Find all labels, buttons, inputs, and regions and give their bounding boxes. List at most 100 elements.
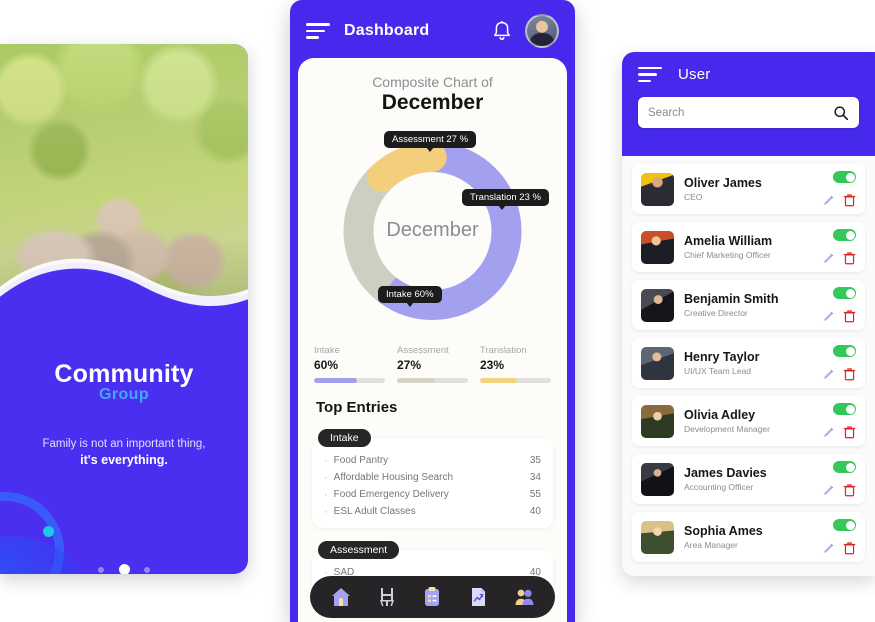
entry-group-intake: Intake · Food Pantry 35 · Affordable Hou… [312, 428, 553, 528]
pencil-icon[interactable] [822, 368, 835, 381]
list-item[interactable]: · Food Pantry 35 [324, 452, 541, 469]
entry-value: 40 [529, 506, 541, 517]
search-input[interactable] [648, 106, 833, 119]
chair-icon[interactable] [375, 585, 399, 609]
stat-translation: Translation 23% [480, 345, 551, 383]
avatar [641, 230, 674, 264]
status-toggle[interactable] [833, 461, 856, 473]
stat-value: 23% [480, 358, 505, 372]
dashboard-header: Dashboard [290, 0, 575, 62]
pencil-icon[interactable] [822, 310, 835, 323]
user-name: Henry Taylor [684, 349, 760, 364]
trash-icon[interactable] [843, 425, 856, 439]
stat-bar [397, 378, 468, 383]
trash-icon[interactable] [843, 367, 856, 381]
stat-bar-fill [397, 378, 436, 383]
status-toggle[interactable] [833, 519, 856, 531]
status-toggle[interactable] [833, 345, 856, 357]
trash-icon[interactable] [843, 251, 856, 265]
user-name: James Davies [684, 465, 767, 480]
table-row[interactable]: Amelia William Chief Marketing Officer [632, 222, 865, 272]
user-role: Development Manager [684, 424, 770, 435]
entry-name: Food Emergency Delivery [333, 489, 449, 500]
status-toggle[interactable] [833, 287, 856, 299]
stat-label: Assessment [397, 345, 449, 356]
table-row[interactable]: Olivia Adley Development Manager [632, 396, 865, 446]
user-panel-header: User [622, 52, 875, 156]
avatar [641, 288, 674, 322]
stats-row: Intake 60% Assessment 27% Translation 23… [298, 341, 567, 383]
bullet-icon: · [324, 488, 328, 501]
pencil-icon[interactable] [822, 426, 835, 439]
entry-name: Food Pantry [333, 455, 389, 466]
decorative-dot [43, 526, 54, 537]
avatar [641, 462, 674, 496]
bullet-icon: · [324, 454, 328, 467]
user-name: Oliver James [684, 175, 762, 190]
stat-value: 60% [314, 358, 339, 372]
brand-block: Community Group Family is not an importa… [0, 360, 248, 467]
carousel-dot-3[interactable] [143, 566, 150, 573]
bottom-navigation [310, 576, 555, 618]
pencil-icon[interactable] [822, 484, 835, 497]
status-toggle[interactable] [833, 171, 856, 183]
donut-chart: December Assessment 27 % Translation 23 … [298, 123, 567, 341]
table-row[interactable]: Oliver James CEO [632, 164, 865, 214]
trash-icon[interactable] [843, 309, 856, 323]
user-role: Creative Director [684, 308, 748, 319]
avatar [641, 520, 674, 554]
panel-title: User [678, 66, 711, 83]
carousel-dot-1[interactable] [98, 566, 105, 573]
stat-label: Translation [480, 345, 527, 356]
user-role: CEO [684, 192, 703, 203]
user-name: Amelia William [684, 233, 773, 248]
list-item[interactable]: · Food Emergency Delivery 55 [324, 486, 541, 503]
hamburger-icon[interactable] [638, 66, 662, 83]
screenshot-root: Community Group Family is not an importa… [0, 0, 875, 622]
home-icon[interactable] [329, 585, 353, 609]
donut-center-label: December [386, 219, 479, 241]
table-row[interactable]: Benjamin Smith Creative Director [632, 280, 865, 330]
hamburger-icon[interactable] [306, 23, 330, 39]
pencil-icon[interactable] [822, 194, 835, 207]
entry-value: 55 [529, 489, 541, 500]
section-title: Top Entries [316, 399, 398, 416]
community-group-panel: Community Group Family is not an importa… [0, 44, 248, 574]
trash-icon[interactable] [843, 193, 856, 207]
report-chart-icon[interactable] [466, 585, 490, 609]
status-toggle[interactable] [833, 229, 856, 241]
table-row[interactable]: James Davies Accounting Officer [632, 454, 865, 504]
stat-intake: Intake 60% [314, 345, 385, 383]
user-role: Area Manager [684, 540, 738, 551]
brand-name: Community [54, 360, 194, 388]
avatar[interactable] [525, 14, 559, 48]
stat-assessment: Assessment 27% [397, 345, 468, 383]
pencil-icon[interactable] [822, 542, 835, 555]
search-icon[interactable] [833, 105, 849, 121]
page-title: Dashboard [344, 22, 430, 39]
table-row[interactable]: Henry Taylor UI/UX Team Lead [632, 338, 865, 388]
carousel-dot-2[interactable] [118, 564, 130, 574]
bullet-icon: · [324, 505, 328, 518]
people-icon[interactable] [512, 585, 536, 609]
stat-value: 27% [397, 358, 422, 372]
tooltip-translation: Translation 23 % [462, 189, 549, 210]
clipboard-list-icon[interactable] [420, 585, 444, 609]
trash-icon[interactable] [843, 541, 856, 555]
search-bar[interactable] [638, 97, 859, 128]
wave-divider [0, 258, 248, 360]
table-row[interactable]: Sophia Ames Area Manager [632, 512, 865, 562]
pencil-icon[interactable] [822, 252, 835, 265]
list-item[interactable]: · ESL Adult Classes 40 [324, 503, 541, 520]
stat-bar [480, 378, 551, 383]
stat-label: Intake [314, 345, 340, 356]
trash-icon[interactable] [843, 483, 856, 497]
carousel-dots[interactable] [0, 561, 248, 574]
avatar [641, 404, 674, 438]
tooltip-assessment: Assessment 27 % [384, 131, 477, 152]
status-toggle[interactable] [833, 403, 856, 415]
list-item[interactable]: · Affordable Housing Search 34 [324, 469, 541, 486]
bell-icon[interactable] [492, 20, 512, 42]
group-card: · Food Pantry 35 · Affordable Housing Se… [312, 438, 553, 528]
user-name: Benjamin Smith [684, 291, 779, 306]
